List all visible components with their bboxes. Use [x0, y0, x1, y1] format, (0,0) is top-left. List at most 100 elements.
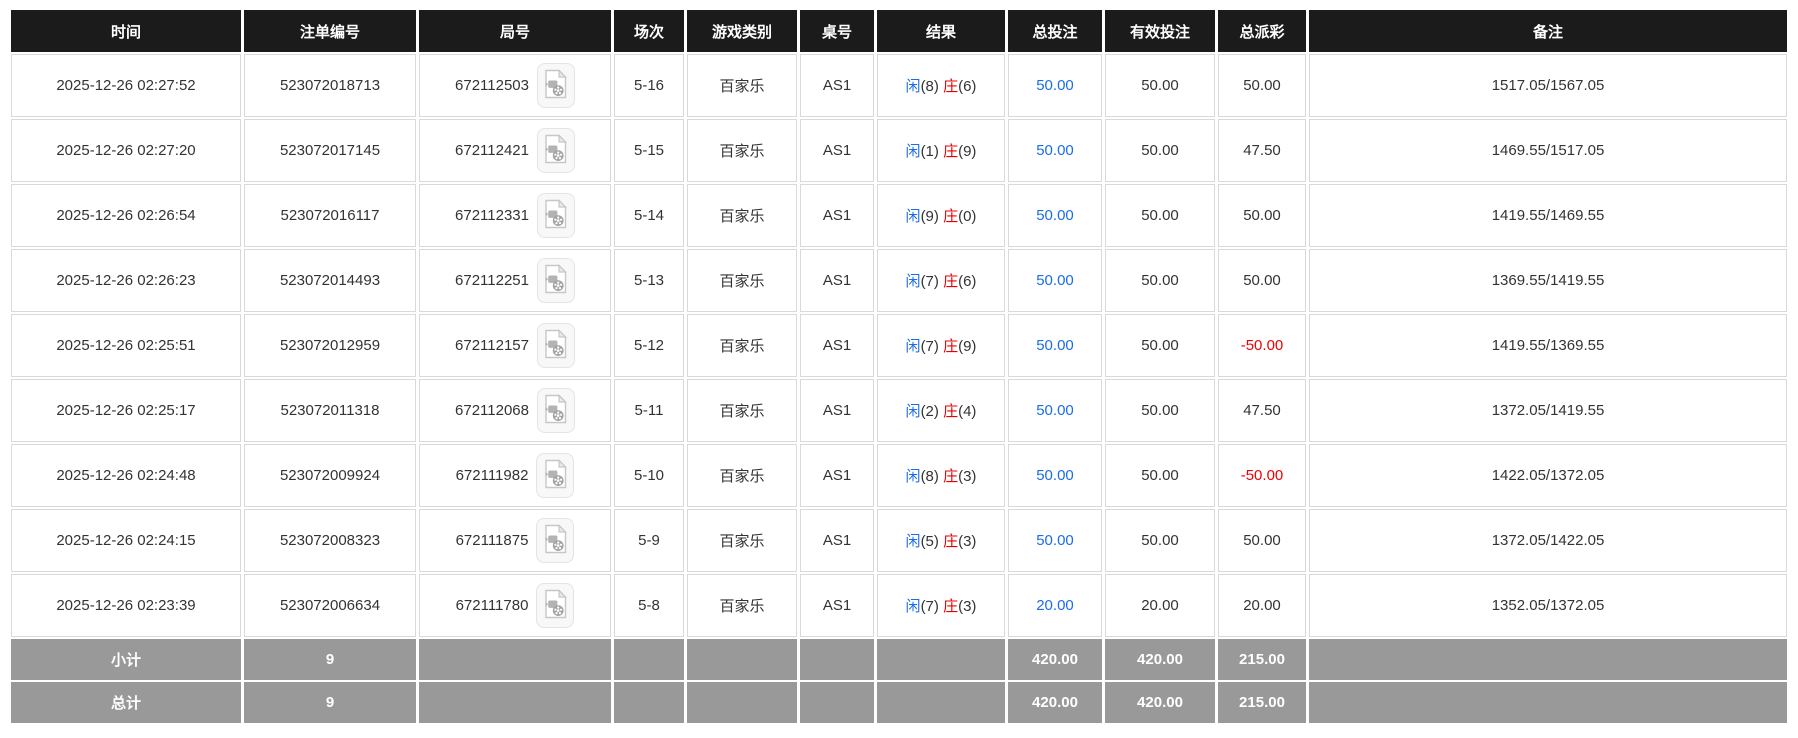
- result-banker-score: (0): [958, 208, 977, 225]
- video-replay-button[interactable]: [536, 258, 575, 303]
- result-banker-score: (3): [958, 598, 977, 615]
- video-file-icon: [543, 264, 568, 297]
- cell-remark: 1517.05/1567.05: [1309, 54, 1787, 117]
- cell-payout: -50.00: [1218, 314, 1306, 377]
- subtotal-label: 小计: [11, 639, 241, 680]
- cell-session: 5-10: [614, 444, 684, 507]
- cell-time: 2025-12-26 02:24:48: [11, 444, 241, 507]
- cell-valid-bet: 20.00: [1105, 574, 1215, 637]
- cell-time: 2025-12-26 02:26:23: [11, 249, 241, 312]
- cell-bet-id: 523072006634: [244, 574, 416, 637]
- video-file-icon: [543, 589, 568, 622]
- round-id-text: 672112503: [455, 77, 529, 94]
- result-banker-label: 庄: [943, 403, 959, 420]
- result-banker-label: 庄: [943, 273, 959, 290]
- cell-valid-bet: 50.00: [1105, 249, 1215, 312]
- cell-valid-bet: 50.00: [1105, 184, 1215, 247]
- table-row: 2025-12-26 02:26:23 523072014493 6721122…: [11, 249, 1787, 312]
- grand-total-valid-bet: 420.00: [1105, 682, 1215, 723]
- subtotal-row: 小计 9 420.00 420.00 215.00: [11, 639, 1787, 680]
- cell-bet-id: 523072016117: [244, 184, 416, 247]
- result-player-score: (7): [920, 598, 939, 615]
- subtotal-empty-cell: [614, 639, 684, 680]
- cell-remark: 1469.55/1517.05: [1309, 119, 1787, 182]
- grand-total-empty-cell: [1309, 682, 1787, 723]
- video-replay-button[interactable]: [536, 63, 575, 108]
- total-bet-link[interactable]: 50.00: [1036, 532, 1074, 549]
- cell-game-type: 百家乐: [687, 379, 797, 442]
- grand-total-empty-cell: [419, 682, 611, 723]
- total-bet-link[interactable]: 50.00: [1036, 272, 1074, 289]
- subtotal-count: 9: [244, 639, 416, 680]
- cell-time: 2025-12-26 02:27:20: [11, 119, 241, 182]
- result-player-score: (7): [920, 338, 939, 355]
- table-row: 2025-12-26 02:27:52 523072018713 6721125…: [11, 54, 1787, 117]
- cell-total-bet: 50.00: [1008, 444, 1102, 507]
- result-player-label: 闲: [905, 403, 921, 420]
- cell-valid-bet: 50.00: [1105, 54, 1215, 117]
- video-replay-button[interactable]: [536, 388, 575, 433]
- table-body: 2025-12-26 02:27:52 523072018713 6721125…: [11, 54, 1787, 637]
- cell-round-id: 672112503: [419, 54, 611, 117]
- result-player-label: 闲: [905, 143, 921, 160]
- result-player-label: 闲: [905, 533, 921, 550]
- table-row: 2025-12-26 02:26:54 523072016117 6721123…: [11, 184, 1787, 247]
- cell-total-bet: 50.00: [1008, 379, 1102, 442]
- video-file-icon: [543, 524, 568, 557]
- cell-round-id: 672111780: [419, 574, 611, 637]
- video-replay-button[interactable]: [536, 453, 575, 498]
- cell-remark: 1352.05/1372.05: [1309, 574, 1787, 637]
- result-banker-score: (6): [958, 273, 977, 290]
- cell-remark: 1419.55/1369.55: [1309, 314, 1787, 377]
- total-bet-link[interactable]: 50.00: [1036, 337, 1074, 354]
- video-replay-button[interactable]: [536, 518, 575, 563]
- cell-remark: 1422.05/1372.05: [1309, 444, 1787, 507]
- subtotal-valid-bet: 420.00: [1105, 639, 1215, 680]
- total-bet-link[interactable]: 50.00: [1036, 77, 1074, 94]
- cell-total-bet: 50.00: [1008, 249, 1102, 312]
- round-id-text: 672112421: [455, 142, 529, 159]
- col-valid-bet: 有效投注: [1105, 10, 1215, 52]
- cell-total-bet: 50.00: [1008, 119, 1102, 182]
- result-player-score: (5): [920, 533, 939, 550]
- grand-total-count: 9: [244, 682, 416, 723]
- cell-total-bet: 20.00: [1008, 574, 1102, 637]
- cell-payout: 47.50: [1218, 119, 1306, 182]
- video-file-icon: [543, 69, 568, 102]
- cell-result: 闲(5) 庄(3): [877, 509, 1005, 572]
- result-player-label: 闲: [905, 273, 921, 290]
- cell-bet-id: 523072012959: [244, 314, 416, 377]
- cell-game-type: 百家乐: [687, 314, 797, 377]
- cell-result: 闲(7) 庄(9): [877, 314, 1005, 377]
- video-file-icon: [543, 199, 568, 232]
- cell-payout: 50.00: [1218, 184, 1306, 247]
- cell-session: 5-15: [614, 119, 684, 182]
- subtotal-empty-cell: [687, 639, 797, 680]
- total-bet-link[interactable]: 50.00: [1036, 467, 1074, 484]
- cell-bet-id: 523072018713: [244, 54, 416, 117]
- result-player-score: (1): [920, 143, 939, 160]
- video-replay-button[interactable]: [536, 583, 575, 628]
- cell-total-bet: 50.00: [1008, 54, 1102, 117]
- total-bet-link[interactable]: 50.00: [1036, 207, 1074, 224]
- cell-valid-bet: 50.00: [1105, 444, 1215, 507]
- video-file-icon: [543, 134, 568, 167]
- video-replay-button[interactable]: [536, 128, 575, 173]
- result-banker-score: (3): [958, 533, 977, 550]
- video-replay-button[interactable]: [536, 193, 575, 238]
- result-player-label: 闲: [905, 208, 921, 225]
- col-bet-id: 注单编号: [244, 10, 416, 52]
- total-bet-link[interactable]: 20.00: [1036, 597, 1074, 614]
- cell-session: 5-8: [614, 574, 684, 637]
- round-id-text: 672111780: [455, 597, 529, 614]
- round-id-text: 672112068: [455, 402, 529, 419]
- video-replay-button[interactable]: [536, 323, 575, 368]
- cell-round-id: 672112157: [419, 314, 611, 377]
- cell-bet-id: 523072014493: [244, 249, 416, 312]
- cell-table-no: AS1: [800, 444, 874, 507]
- cell-time: 2025-12-26 02:25:51: [11, 314, 241, 377]
- cell-game-type: 百家乐: [687, 184, 797, 247]
- cell-round-id: 672112251: [419, 249, 611, 312]
- total-bet-link[interactable]: 50.00: [1036, 402, 1074, 419]
- total-bet-link[interactable]: 50.00: [1036, 142, 1074, 159]
